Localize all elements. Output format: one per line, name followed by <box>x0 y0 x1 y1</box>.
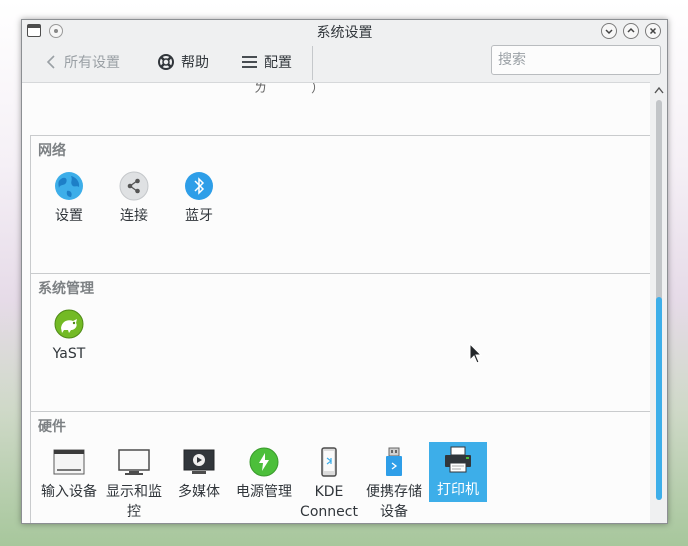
hamburger-menu-icon <box>242 56 257 68</box>
item-label: 连接 <box>120 208 148 224</box>
vertical-scrollbar[interactable] <box>650 82 667 523</box>
category-network: 网络 设置 连接 蓝牙 <box>30 135 650 273</box>
configure-label: 配置 <box>264 55 292 71</box>
power-icon <box>249 447 279 477</box>
settings-item-yast[interactable]: YaST <box>39 308 99 364</box>
settings-item-printers[interactable]: 打印机 <box>429 442 487 502</box>
settings-item-network-settings[interactable]: 设置 <box>39 170 99 226</box>
partially-visible-text: ㄌ ） <box>254 82 345 96</box>
mouse-cursor-icon <box>469 342 483 369</box>
usb-storage-icon <box>386 447 402 476</box>
item-label: 打印机 <box>437 482 479 498</box>
item-label: 设置 <box>55 208 83 224</box>
scroll-up-arrow[interactable] <box>654 86 664 96</box>
chevron-up-icon <box>627 27 635 33</box>
keyboard-icon <box>53 449 85 475</box>
category-title: 系统管理 <box>38 281 94 297</box>
all-settings-button[interactable]: 所有设置 <box>44 52 120 72</box>
chevron-up-icon <box>654 86 664 94</box>
item-label: KDE Connect <box>300 484 358 520</box>
configure-button[interactable]: 配置 <box>241 52 292 72</box>
all-settings-label: 所有设置 <box>64 55 120 71</box>
item-label: 电源管理 <box>236 484 292 500</box>
category-hardware: 硬件 输入设备 显示和监控 多媒体 电源管理 KDE Connect 便携存储设… <box>30 411 650 523</box>
titlebar[interactable]: 系统设置 <box>22 20 667 42</box>
item-label: 多媒体 <box>178 484 220 500</box>
settings-item-multimedia[interactable]: 多媒体 <box>169 446 229 502</box>
monitor-icon <box>118 449 150 475</box>
yast-chameleon-icon <box>54 309 84 339</box>
maximize-button[interactable] <box>623 23 639 39</box>
toolbar-separator <box>312 46 313 80</box>
settings-item-bluetooth[interactable]: 蓝牙 <box>169 170 229 226</box>
item-label: 输入设备 <box>41 484 97 500</box>
category-title: 硬件 <box>38 419 66 435</box>
item-label: 蓝牙 <box>185 208 213 224</box>
close-button[interactable] <box>645 23 661 39</box>
help-lifebuoy-icon <box>158 54 174 70</box>
settings-item-removable-storage[interactable]: 便携存储设备 <box>364 446 424 522</box>
settings-item-input-devices[interactable]: 输入设备 <box>39 446 99 502</box>
category-title: 网络 <box>38 143 66 159</box>
help-button[interactable]: 帮助 <box>157 52 209 72</box>
phone-icon <box>321 447 337 477</box>
window-title: 系统设置 <box>316 25 373 41</box>
share-icon <box>119 171 149 201</box>
item-label: YaST <box>52 346 86 362</box>
minimize-button[interactable] <box>601 23 617 39</box>
printer-icon <box>445 446 471 473</box>
bluetooth-icon <box>185 172 213 200</box>
settings-item-connections[interactable]: 连接 <box>104 170 164 226</box>
settings-item-kde-connect[interactable]: KDE Connect <box>299 446 359 522</box>
globe-icon <box>55 172 83 200</box>
scrollbar-thumb[interactable] <box>656 297 662 500</box>
chevron-left-icon <box>46 55 55 69</box>
settings-item-power-management[interactable]: 电源管理 <box>234 446 294 502</box>
item-label: 显示和监控 <box>106 484 162 520</box>
help-label: 帮助 <box>181 55 209 71</box>
settings-item-display-and-monitor[interactable]: 显示和监控 <box>104 446 164 522</box>
system-settings-window: 系统设置 所有设置 帮助 配置 ㄌ ） 网络 设置 连接 蓝牙 系统管理 YaS… <box>21 19 668 524</box>
item-label: 便携存储设备 <box>366 484 422 520</box>
settings-content-area: ㄌ ） 网络 设置 连接 蓝牙 系统管理 YaST 硬件 输入设备 显示和监控 … <box>22 82 650 523</box>
multimedia-icon <box>183 449 215 474</box>
chevron-down-icon <box>605 29 613 35</box>
close-icon <box>649 27 657 35</box>
category-system-administration: 系统管理 YaST <box>30 273 650 411</box>
search-input[interactable] <box>491 45 661 75</box>
